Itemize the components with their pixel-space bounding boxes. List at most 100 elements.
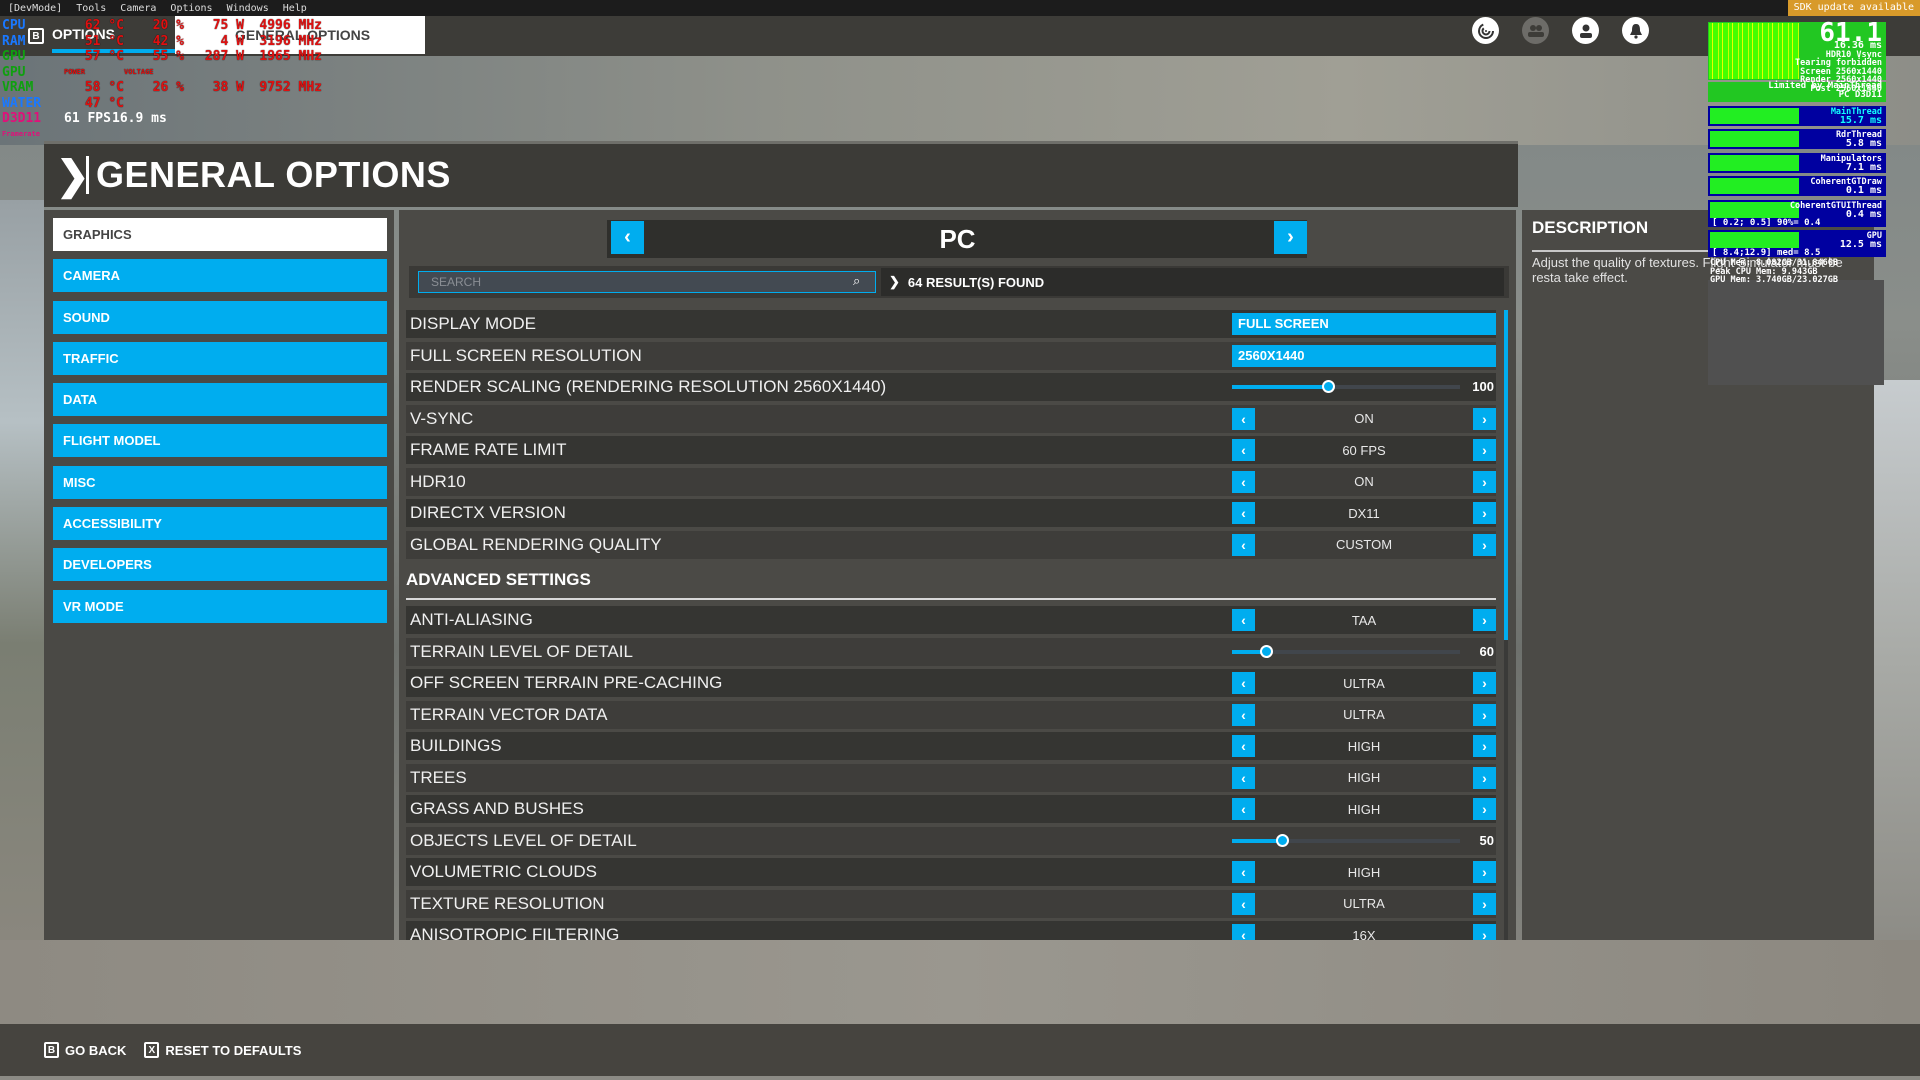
stepper-prev-button[interactable]: ‹ [1232, 861, 1255, 883]
stepper-prev-button[interactable]: ‹ [1232, 407, 1255, 430]
setting-row-trees[interactable]: TREES ‹ HIGH › [406, 763, 1496, 792]
sidebar-item-traffic[interactable]: TRAFFIC [53, 341, 387, 375]
perf-thread-coherent-ui: CoherentGTUIThread 0.4 ms[ 0.2; 0.5] 90%=… [1708, 199, 1886, 228]
setting-row-anisotropic-filtering[interactable]: ANISOTROPIC FILTERING ‹ 16X › [406, 921, 1496, 940]
notifications-icon[interactable] [1622, 17, 1649, 44]
stepper-next-button[interactable]: › [1473, 798, 1496, 820]
settings-list: DISPLAY MODE FULL SCREEN FULL SCREEN RESOL… [406, 310, 1496, 940]
slider-thumb[interactable] [1321, 380, 1335, 393]
setting-dropdown[interactable]: 2560X1440 [1232, 344, 1496, 367]
stepper-next-button[interactable]: › [1472, 533, 1496, 556]
sidebar-item-developers[interactable]: DEVELOPERS [53, 548, 387, 582]
sidebar-item-graphics[interactable]: GRAPHICS [53, 218, 387, 251]
activity-icon[interactable] [1472, 17, 1499, 44]
stepper-next-button[interactable]: › [1473, 470, 1496, 493]
stepper-prev-button[interactable]: ‹ [1232, 470, 1255, 493]
menu-devmode[interactable]: [DevMode] [8, 3, 62, 14]
stepper-prev-button[interactable]: ‹ [1232, 533, 1255, 556]
search-icon[interactable]: ⌕ [853, 273, 860, 289]
stepper-prev-button[interactable]: ‹ [1232, 703, 1255, 726]
top-icons [1472, 17, 1649, 44]
setting-row-display-mode[interactable]: DISPLAY MODE FULL SCREEN [406, 310, 1496, 338]
setting-slider[interactable]: 60 [1232, 641, 1496, 663]
search-bar: SEARCH ⌕ ❯ 64 RESULT(S) FOUND [409, 266, 1509, 298]
stepper-prev-button[interactable]: ‹ [1232, 502, 1255, 524]
go-back-button[interactable]: B GO BACK [44, 1042, 126, 1058]
sidebar-item-data[interactable]: DATA [53, 383, 387, 417]
setting-row-directx-version[interactable]: DIRECTX VERSION ‹ DX11 › [406, 499, 1496, 527]
hw-row-ram: RAM 51 °C 42 % 4 W 3196 MHz [2, 33, 322, 49]
multiplayer-icon[interactable] [1522, 17, 1549, 44]
setting-row-texture-resolution[interactable]: TEXTURE RESOLUTION ‹ ULTRA › [406, 889, 1496, 918]
slider-thumb[interactable] [1276, 833, 1290, 847]
reset-defaults-button[interactable]: X RESET TO DEFAULTS [144, 1042, 301, 1058]
stepper-prev-button[interactable]: ‹ [1232, 609, 1255, 631]
stepper-control: ‹ ULTRA › [1232, 672, 1496, 694]
stepper-prev-button[interactable]: ‹ [1232, 672, 1255, 694]
stepper-next-button[interactable]: › [1473, 861, 1496, 883]
setting-row-terrain-vector-data[interactable]: TERRAIN VECTOR DATA ‹ ULTRA › [406, 700, 1496, 729]
hardware-monitor-overlay: CPU 62 °C 20 % 75 W 4996 MHz RAM 51 °C 42 % 4 W… [2, 18, 322, 142]
stepper-prev-button[interactable]: ‹ [1232, 439, 1255, 461]
stepper-control: ‹ HIGH › [1232, 798, 1496, 820]
slider-thumb[interactable] [1260, 644, 1274, 658]
setting-row-buildings[interactable]: BUILDINGS ‹ HIGH › [406, 732, 1496, 760]
menu-options[interactable]: Options [170, 3, 212, 14]
sidebar-item-flight-model[interactable]: FLIGHT MODEL [53, 424, 387, 458]
stepper-next-button[interactable]: › [1472, 439, 1496, 461]
search-input[interactable]: SEARCH [418, 271, 876, 293]
stepper-next-button[interactable]: › [1473, 703, 1496, 726]
setting-row-objects-level-of-detail[interactable]: OBJECTS LEVEL OF DETAIL 50 [406, 826, 1496, 855]
menu-camera[interactable]: Camera [120, 3, 156, 14]
setting-row-frame-rate-limit[interactable]: FRAME RATE LIMIT ‹ 60 FPS › [406, 436, 1496, 464]
stepper-prev-button[interactable]: ‹ [1232, 735, 1255, 757]
scrollbar-thumb[interactable] [1504, 310, 1508, 640]
stepper-next-button[interactable]: › [1473, 672, 1496, 694]
setting-row-v-sync[interactable]: V-SYNC ‹ ON › [406, 404, 1496, 433]
stepper-control: ‹ ULTRA › [1232, 703, 1496, 726]
hw-row-cpu: CPU 62 °C 20 % 75 W 4996 MHz [2, 18, 322, 33]
stepper-control: ‹ CUSTOM › [1232, 533, 1496, 556]
stepper-next-button[interactable]: › [1472, 924, 1496, 940]
setting-dropdown[interactable]: FULL SCREEN [1232, 313, 1496, 335]
setting-row-grass-and-bushes[interactable]: GRASS AND BUSHES ‹ HIGH › [406, 795, 1496, 823]
profile-icon[interactable] [1572, 17, 1599, 44]
stepper-prev-button[interactable]: ‹ [1232, 766, 1255, 789]
menu-help[interactable]: Help [283, 3, 307, 14]
setting-row-volumetric-clouds[interactable]: VOLUMETRIC CLOUDS ‹ HIGH › [406, 858, 1496, 886]
setting-row-anti-aliasing[interactable]: ANTI-ALIASING ‹ TAA › [406, 606, 1496, 634]
page-title: GENERAL OPTIONS [96, 154, 451, 195]
chevron-right-icon: › [1287, 226, 1294, 248]
stepper-prev-button[interactable]: ‹ [1232, 924, 1255, 940]
setting-slider[interactable]: 100 [1232, 376, 1496, 398]
hw-row-vram: VRAM 58 °C 26 % 38 W 9752 MHz [2, 80, 322, 95]
sidebar-item-camera[interactable]: CAMERA [53, 259, 387, 293]
stepper-next-button[interactable]: › [1473, 892, 1496, 915]
sidebar-item-misc[interactable]: MISC [53, 465, 387, 499]
stepper-next-button[interactable]: › [1472, 609, 1496, 631]
stepper-prev-button[interactable]: ‹ [1232, 798, 1255, 820]
sdk-update-notice[interactable]: SDK update available [1787, 0, 1920, 16]
stepper-next-button[interactable]: › [1473, 502, 1496, 524]
stepper-next-button[interactable]: › [1473, 735, 1496, 757]
setting-row-global-rendering-quality[interactable]: GLOBAL RENDERING QUALITY ‹ CUSTOM › [406, 530, 1496, 559]
sidebar-item-accessibility[interactable]: ACCESSIBILITY [53, 507, 387, 541]
stepper-next-button[interactable]: › [1473, 766, 1496, 789]
settings-panel: ‹ PC › SEARCH ⌕ ❯ 64 RESULT(S) FOUND DIS… [399, 210, 1516, 940]
menu-tools[interactable]: Tools [76, 3, 106, 14]
setting-row-off-screen-terrain-pre-caching[interactable]: OFF SCREEN TERRAIN PRE-CACHING ‹ ULTRA › [406, 669, 1496, 697]
setting-slider[interactable]: 50 [1232, 830, 1496, 852]
setting-row-terrain-level-of-detail[interactable]: TERRAIN LEVEL OF DETAIL 60 [406, 637, 1496, 666]
sidebar-item-vr-mode[interactable]: VR MODE [53, 589, 387, 623]
next-platform-button[interactable]: › [1274, 221, 1307, 254]
setting-row-hdr10[interactable]: HDR10 ‹ ON › [406, 467, 1496, 496]
dev-menu-bar: [DevMode] Tools Camera Options Windows H… [0, 0, 1920, 16]
menu-windows[interactable]: Windows [227, 3, 269, 14]
setting-row-render-scaling-rendering-resolution-2560x1440[interactable]: RENDER SCALING (RENDERING RESOLUTION 256… [406, 373, 1496, 401]
slider-fill [1232, 385, 1328, 389]
background-scenery-left [0, 200, 44, 940]
stepper-next-button[interactable]: › [1473, 407, 1496, 430]
stepper-prev-button[interactable]: ‹ [1232, 892, 1255, 915]
sidebar-item-sound[interactable]: SOUND [53, 300, 387, 334]
setting-row-full-screen-resolution[interactable]: FULL SCREEN RESOLUTION 2560X1440 [406, 341, 1496, 370]
